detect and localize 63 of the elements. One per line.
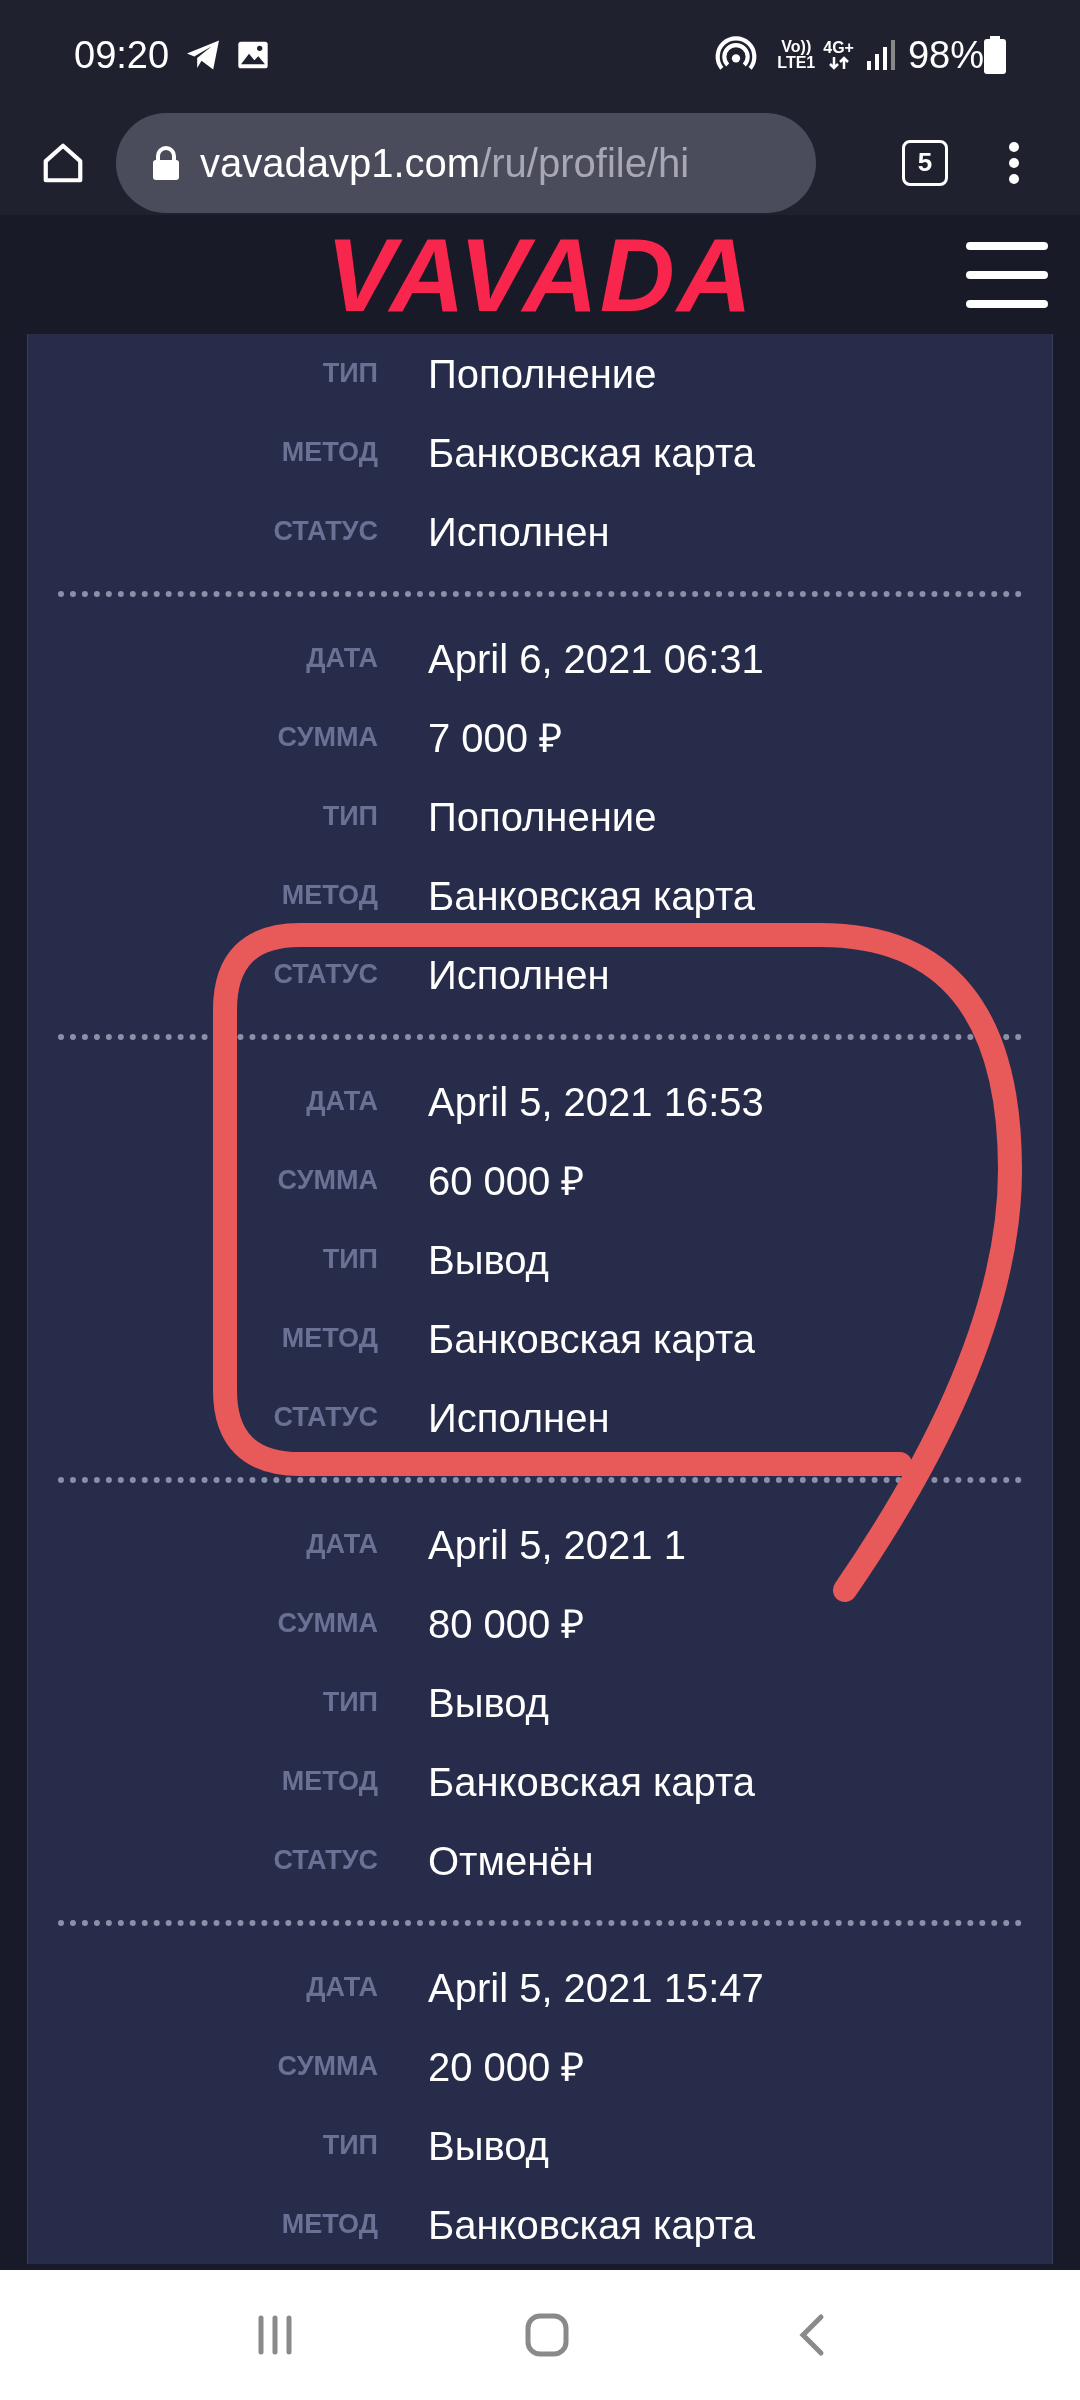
address-bar[interactable]: vavadavp1.com/ru/profile/hi xyxy=(116,112,816,213)
field-value: Исполнен xyxy=(428,508,610,556)
home-button-icon[interactable] xyxy=(525,2313,569,2357)
field-label: СУММА xyxy=(277,1165,378,1196)
field-label: ТИП xyxy=(322,1244,378,1275)
field-value: April 6, 2021 06:31 xyxy=(428,635,764,683)
lock-icon xyxy=(152,145,180,180)
field-value: Вывод xyxy=(428,1236,549,1284)
back-icon[interactable] xyxy=(799,2313,825,2357)
field-value: 7 000 ₽ xyxy=(428,714,563,762)
url-text: vavadavp1.com/ru/profile/hi xyxy=(200,139,690,187)
field-label: МЕТОД xyxy=(281,437,378,468)
battery-percent: 98% xyxy=(907,32,984,78)
field-label: ДАТА xyxy=(306,1972,378,2003)
field-label: СТАТУС xyxy=(273,959,378,990)
field-label: СУММА xyxy=(277,1608,378,1639)
field-label: ТИП xyxy=(322,358,378,389)
field-label: СУММА xyxy=(277,2051,378,2082)
field-value: 20 000 ₽ xyxy=(428,2043,585,2091)
field-label: МЕТОД xyxy=(281,1766,378,1797)
field-label: СУММА xyxy=(277,722,378,753)
battery-icon xyxy=(984,36,1006,74)
field-value: 80 000 ₽ xyxy=(428,1600,585,1648)
network-type-label: 4G+ xyxy=(823,40,854,56)
field-label: СТАТУС xyxy=(273,1402,378,1433)
field-label: СТАТУС xyxy=(273,516,378,547)
field-label: МЕТОД xyxy=(281,2209,378,2240)
image-icon xyxy=(237,40,270,70)
field-value: April 5, 2021 15:47 xyxy=(428,1964,764,2012)
lte-label: LTE1 xyxy=(777,55,816,71)
field-value: Банковская карта xyxy=(428,1315,756,1363)
field-value: Исполнен xyxy=(428,951,610,999)
more-menu-icon[interactable] xyxy=(1008,140,1020,185)
field-label: ДАТА xyxy=(306,643,378,674)
menu-icon[interactable] xyxy=(966,242,1048,308)
field-value: Отменён xyxy=(428,1837,594,1885)
field-value: Пополнение xyxy=(428,350,657,398)
field-value: Пополнение xyxy=(428,793,657,841)
field-value: Вывод xyxy=(428,2122,549,2170)
clock: 09:20 xyxy=(74,32,170,78)
field-label: ТИП xyxy=(322,801,378,832)
field-value: Банковская карта xyxy=(428,1758,756,1806)
field-value: Банковская карта xyxy=(428,429,756,477)
site-logo[interactable]: VAVADA xyxy=(326,222,754,327)
field-value: April 5, 2021 1 xyxy=(428,1521,686,1569)
field-label: ДАТА xyxy=(306,1086,378,1117)
signal-icon xyxy=(865,39,896,71)
field-label: МЕТОД xyxy=(281,1323,378,1354)
field-label: ДАТА xyxy=(306,1529,378,1560)
field-value: Вывод xyxy=(428,1679,549,1727)
field-value: Банковская карта xyxy=(428,2201,756,2249)
field-label: ТИП xyxy=(322,1687,378,1718)
field-value: April 5, 2021 16:53 xyxy=(428,1078,764,1126)
field-label: ТИП xyxy=(322,2130,378,2161)
field-label: МЕТОД xyxy=(281,880,378,911)
tab-count-button[interactable]: 5 xyxy=(902,139,948,186)
field-value: 60 000 ₽ xyxy=(428,1157,585,1205)
data-arrows-icon xyxy=(827,56,850,70)
field-value: Банковская карта xyxy=(428,872,756,920)
volte-label: Vo)) xyxy=(781,39,812,55)
field-value: Исполнен xyxy=(428,1394,610,1442)
field-label: СТАТУС xyxy=(273,1845,378,1876)
paper-plane-icon xyxy=(185,39,222,71)
